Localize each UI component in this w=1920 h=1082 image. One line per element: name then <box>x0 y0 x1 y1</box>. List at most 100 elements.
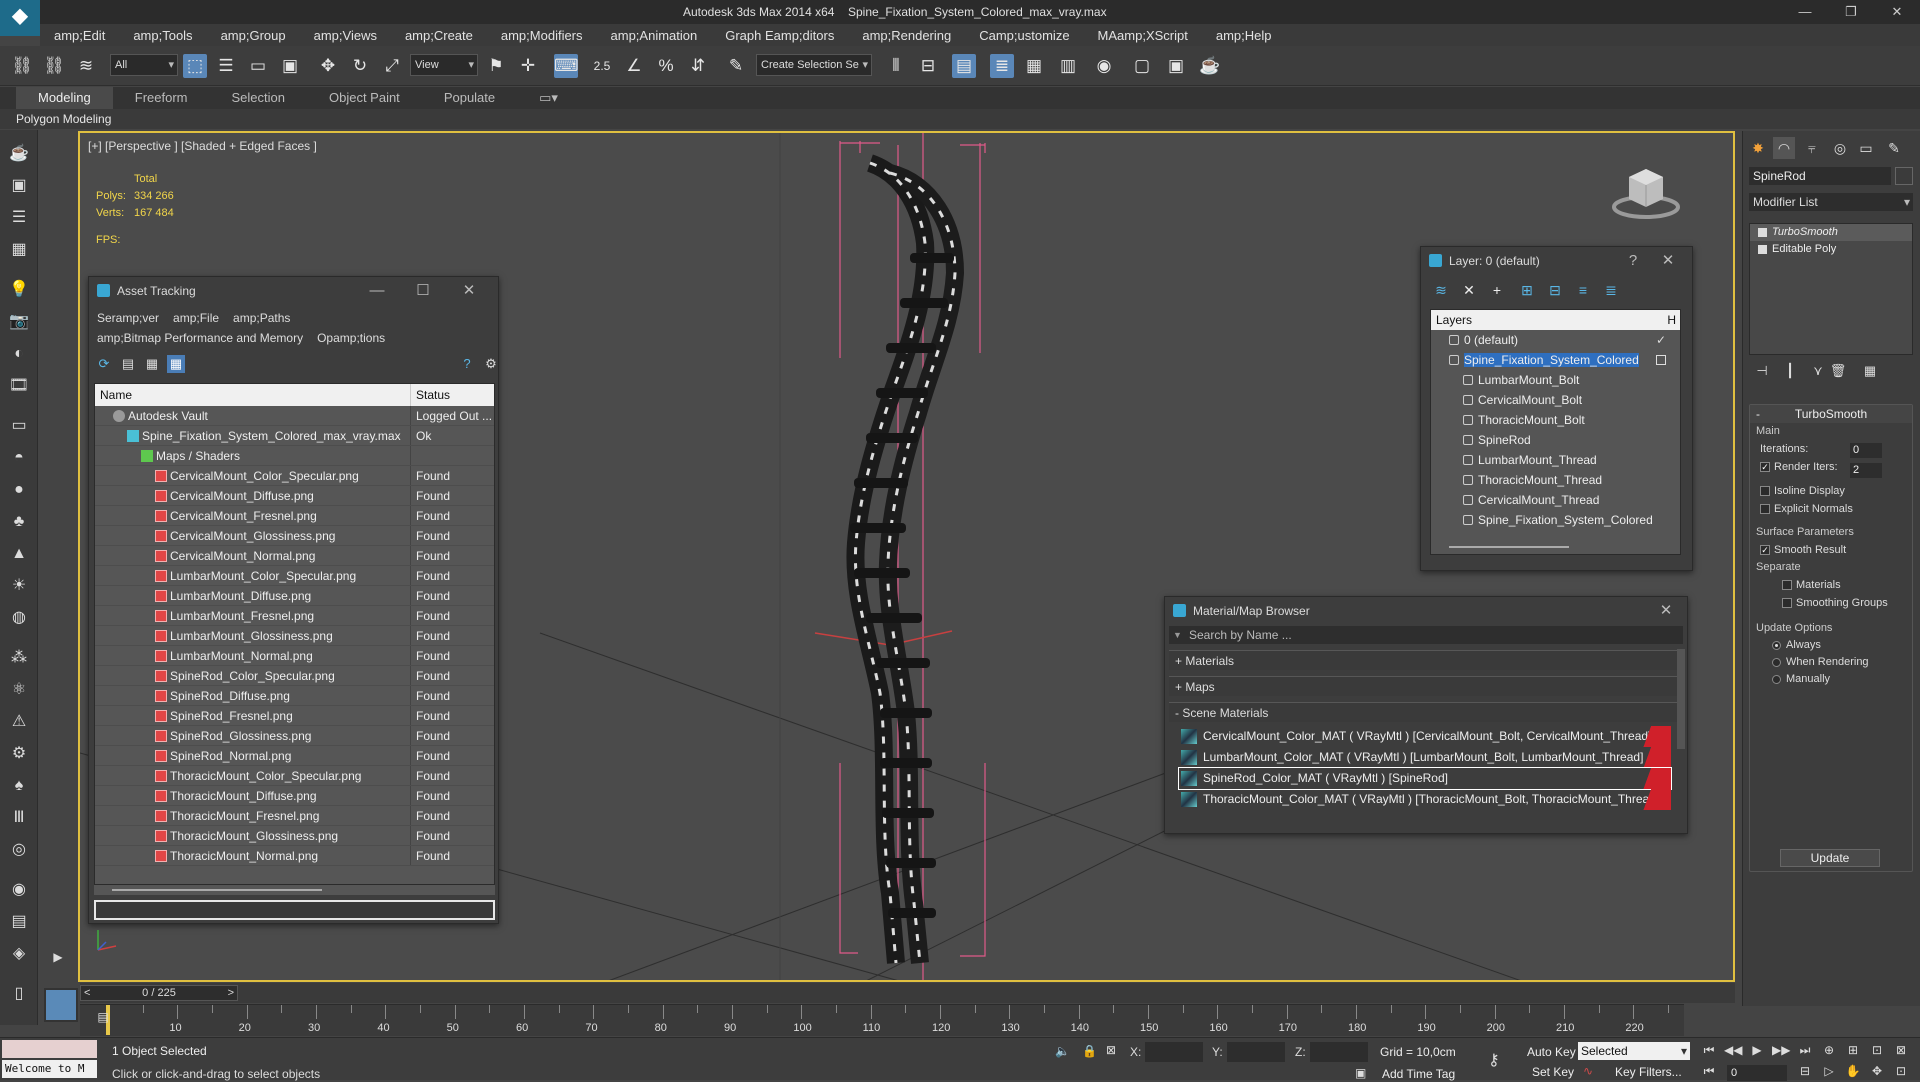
object-color-swatch[interactable] <box>1895 167 1913 185</box>
render-iters-checkbox[interactable]: ✓ Render Iters: <box>1750 458 1912 476</box>
layer-row[interactable]: LumbarMount_Bolt <box>1431 370 1680 390</box>
mini-curve-editor-icon[interactable]: ▤ <box>92 1010 114 1030</box>
next-frame-icon[interactable]: ▶▶ <box>1772 1043 1790 1061</box>
modify-tab-icon[interactable]: ◠ <box>1773 137 1795 159</box>
category-maps[interactable]: + Maps <box>1169 676 1679 696</box>
asset-close-button[interactable]: ✕ <box>446 277 492 305</box>
polygon-modeling-label[interactable]: Polygon Modeling <box>16 112 111 126</box>
highlight-layer-icon[interactable]: ⊟ <box>1545 280 1565 300</box>
table-row[interactable]: SpineRod_Fresnel.png Found <box>95 706 494 726</box>
freeze-all-layers-icon[interactable]: ≣ <box>1601 280 1621 300</box>
play-icon[interactable]: ▶ <box>1748 1043 1766 1061</box>
menu-create[interactable]: amp;Create <box>391 28 487 43</box>
rect-selection-icon[interactable]: ▭ <box>246 54 270 78</box>
select-by-name-icon[interactable]: ☰ <box>214 54 238 78</box>
previous-frame-icon[interactable]: ◀◀ <box>1724 1043 1742 1061</box>
viewport-layout-icon[interactable] <box>44 988 78 1022</box>
tree-view-icon[interactable]: ▦ <box>143 355 161 373</box>
tab-object-paint[interactable]: Object Paint <box>307 87 422 109</box>
update-always-radio[interactable]: Always <box>1750 637 1912 654</box>
film-icon[interactable]: 🎞 <box>7 374 31 398</box>
link-icon[interactable]: ⛓ <box>10 54 34 78</box>
status-column-header[interactable]: Status <box>411 384 494 406</box>
close-button[interactable]: ✕ <box>1874 0 1920 24</box>
table-row[interactable]: CervicalMount_Fresnel.png Found <box>95 506 494 526</box>
category-materials[interactable]: + Materials <box>1169 650 1679 670</box>
script-icon[interactable]: ▤ <box>7 910 31 934</box>
layer-row[interactable]: 0 (default) ✓ <box>1431 330 1680 350</box>
scene-material-item[interactable]: LumbarMount_Color_MAT ( VRayMtl ) [Lumba… <box>1179 747 1671 768</box>
menu-group[interactable]: amp;Group <box>207 28 300 43</box>
network-icon[interactable]: ◈ <box>7 942 31 966</box>
category-scene-materials[interactable]: - Scene Materials <box>1169 702 1679 722</box>
add-to-layer-icon[interactable]: + <box>1487 280 1507 300</box>
stack-item-turbosmooth[interactable]: TurboSmooth <box>1750 224 1912 241</box>
display-tab-icon[interactable]: ▭ <box>1855 137 1877 159</box>
viewport-label[interactable]: [+] [Perspective ] [Shaded + Edged Faces… <box>88 139 317 153</box>
asset-path-field[interactable] <box>94 900 495 920</box>
next-frame-button[interactable]: > <box>228 986 234 1000</box>
snap-toggle-icon[interactable]: 2.5 <box>590 54 614 78</box>
make-unique-icon[interactable]: ⋎ <box>1809 363 1827 381</box>
asset-menu-paths[interactable]: amp;Paths <box>233 311 290 325</box>
pan-view-icon[interactable]: ✋ <box>1844 1064 1862 1082</box>
scale-icon[interactable]: ⤢ <box>380 54 404 78</box>
selection-filter-dropdown[interactable]: All <box>110 54 178 76</box>
table-row[interactable]: SpineRod_Diffuse.png Found <box>95 686 494 706</box>
render-iters-check-icon[interactable]: ✓ <box>1760 462 1770 472</box>
new-layer-icon[interactable]: ≋ <box>1431 280 1451 300</box>
key-mode-icon[interactable]: ∿ <box>1583 1064 1593 1078</box>
y-coordinate-field[interactable] <box>1227 1042 1285 1062</box>
show-end-result-icon[interactable]: ┃ <box>1781 363 1799 381</box>
scene-material-item[interactable]: ThoracicMount_Color_MAT ( VRayMtl ) [Tho… <box>1179 789 1671 810</box>
zoom-all-icon[interactable]: ⊞ <box>1844 1043 1862 1061</box>
go-to-start-icon[interactable]: ⏮ <box>1700 1043 1718 1061</box>
key-icon[interactable]: ⚷ <box>1488 1050 1500 1070</box>
ribbon-options-icon[interactable]: ▭▾ <box>517 87 580 109</box>
time-tag-icon[interactable]: ▣ <box>1355 1066 1366 1080</box>
iterations-spinner[interactable]: 0 <box>1850 443 1882 458</box>
molecule-icon[interactable]: ⚛ <box>7 678 31 702</box>
field-of-view-icon[interactable]: ▷ <box>1820 1064 1838 1082</box>
material-search-input[interactable]: Search by Name ... <box>1169 626 1683 644</box>
track-bar[interactable]: 10 20 30 40 50 60 70 80 90 100 110 120 130 140 150 160 1… <box>80 1004 1684 1036</box>
curve-editor-icon[interactable]: ▥ <box>1056 54 1080 78</box>
menu-maxscript[interactable]: MAamp;XScript <box>1084 28 1202 43</box>
table-row[interactable]: LumbarMount_Color_Specular.png Found <box>95 566 494 586</box>
layer-row[interactable]: ThoracicMount_Bolt <box>1431 410 1680 430</box>
help-icon[interactable]: ? <box>458 355 476 373</box>
hemisphere-icon[interactable]: ◓ <box>7 446 31 470</box>
scene-material-item[interactable]: SpineRod_Color_MAT ( VRayMtl ) [SpineRod… <box>1178 767 1672 790</box>
active-layer-check-icon[interactable]: ✓ <box>1656 330 1666 350</box>
table-row[interactable]: CervicalMount_Normal.png Found <box>95 546 494 566</box>
asset-menu-file[interactable]: amp;File <box>173 311 219 325</box>
add-time-tag-button[interactable]: Add Time Tag <box>1382 1067 1455 1081</box>
table-row[interactable]: LumbarMount_Fresnel.png Found <box>95 606 494 626</box>
separate-materials-checkbox[interactable]: Materials <box>1750 576 1912 594</box>
material-browser-scrollbar[interactable] <box>1677 649 1685 749</box>
settings-icon[interactable]: ⚙ <box>482 355 500 373</box>
layer-row[interactable]: ThoracicMount_Thread <box>1431 470 1680 490</box>
key-selection-dropdown[interactable]: Selected <box>1578 1042 1690 1060</box>
material-browser-close-button[interactable]: ✕ <box>1651 597 1681 625</box>
layer-row[interactable]: LumbarMount_Thread <box>1431 450 1680 470</box>
percent-snap-icon[interactable]: % <box>654 54 678 78</box>
turbosmooth-rollout-title[interactable]: TurboSmooth <box>1750 405 1912 423</box>
table-row[interactable]: LumbarMount_Normal.png Found <box>95 646 494 666</box>
maxscript-listener[interactable] <box>2 1040 97 1058</box>
layer-row[interactable]: CervicalMount_Bolt <box>1431 390 1680 410</box>
tab-modeling[interactable]: Modeling <box>16 87 113 109</box>
reference-coordinate-dropdown[interactable]: View <box>410 54 478 76</box>
menu-views[interactable]: amp;Views <box>300 28 391 43</box>
layer-row[interactable]: Spine_Fixation_System_Colored <box>1431 510 1680 530</box>
layer-row[interactable]: Spine_Fixation_System_Colored <box>1431 350 1680 370</box>
material-browser-titlebar[interactable]: Material/Map Browser ✕ <box>1165 597 1687 625</box>
globe-icon[interactable]: ◉ <box>7 878 31 902</box>
teapot-icon[interactable]: ☕ <box>7 142 31 166</box>
current-frame-field[interactable]: 0 <box>1727 1065 1787 1081</box>
layer-explorer-window[interactable]: Layer: 0 (default) ? ✕ ≋ ✕ + ⊞ ⊟ ≡ ≣ Lay… <box>1420 246 1693 571</box>
pivot-center-icon[interactable]: ⚑ <box>484 54 508 78</box>
asset-maximize-button[interactable]: ☐ <box>400 277 446 305</box>
grid-icon[interactable]: ▦ <box>7 238 31 262</box>
prev-frame-button[interactable]: < <box>84 986 90 1000</box>
